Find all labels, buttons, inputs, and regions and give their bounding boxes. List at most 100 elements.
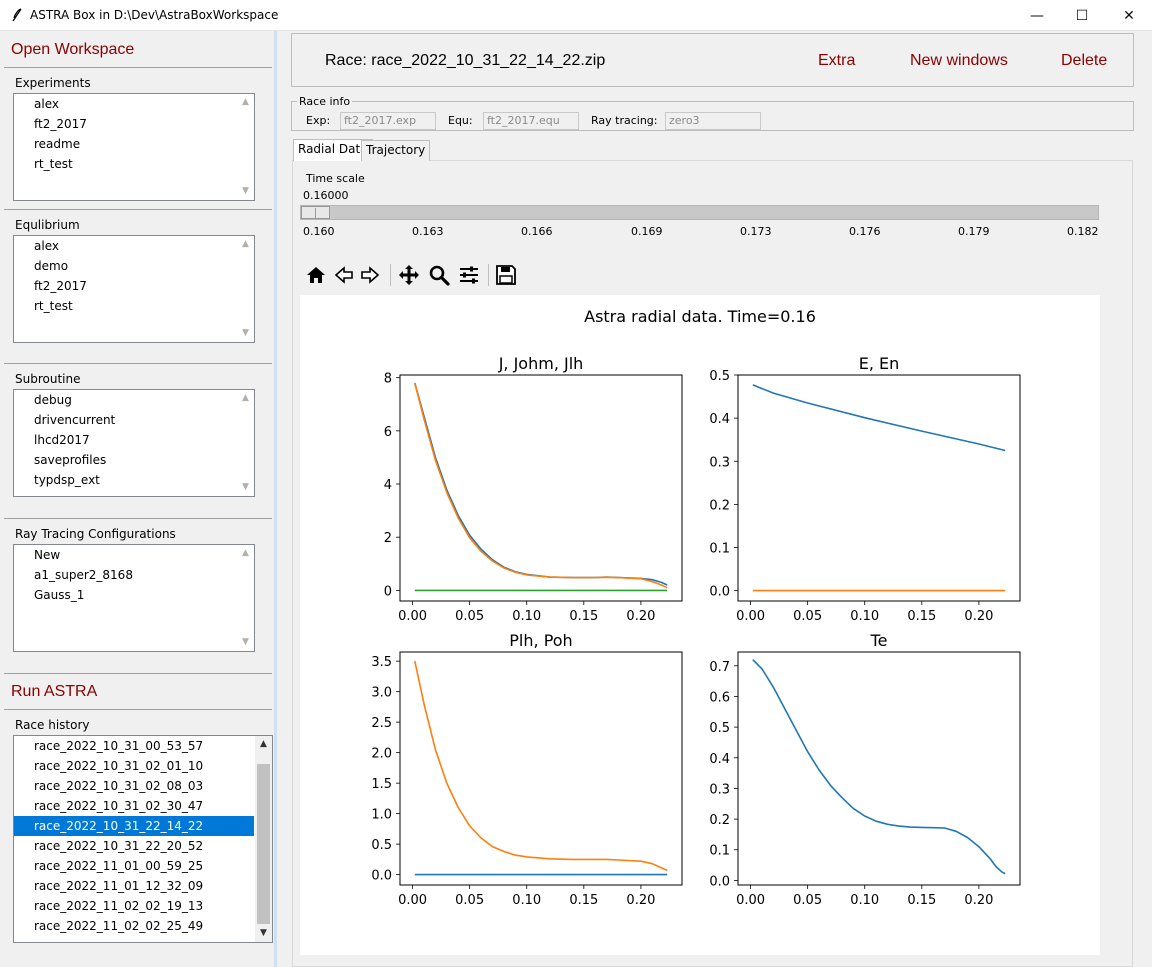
list-item[interactable]: readme: [14, 134, 254, 154]
list-item[interactable]: New: [14, 545, 254, 565]
toolbar-separator: [488, 264, 489, 286]
x-tick-label: 0.05: [455, 609, 484, 624]
slider-tick-label: 0.160: [303, 225, 335, 238]
exp-field[interactable]: ft2_2017.exp: [340, 112, 436, 130]
list-item[interactable]: a1_super2_8168: [14, 565, 254, 585]
list-item[interactable]: Gauss_1: [14, 585, 254, 605]
panel-title: J, Johm, Jlh: [498, 354, 584, 373]
scroll-up-icon[interactable]: ▲: [237, 94, 254, 111]
list-item[interactable]: race_2022_11_01_00_59_25: [14, 856, 272, 876]
equilibrium-list[interactable]: alex demo ft2_2017 rt_test ▲ ▼: [13, 235, 255, 343]
configure-subplots-icon[interactable]: [456, 262, 482, 288]
divider: [4, 67, 272, 68]
plot-figure[interactable]: Astra radial data. Time=0.16 J, Johm, Jl…: [300, 295, 1100, 955]
y-tick-label: 0.5: [371, 838, 392, 853]
y-tick-label: 0.6: [709, 690, 730, 705]
scrollbar[interactable]: ▲ ▼: [237, 390, 254, 496]
series-line: [752, 384, 1006, 452]
minimize-button[interactable]: —: [1014, 0, 1060, 31]
y-tick-label: 3.0: [371, 686, 392, 701]
list-item-selected[interactable]: race_2022_10_31_22_14_22: [14, 816, 254, 836]
axes-frame: [399, 374, 683, 602]
slider-tick-label: 0.169: [631, 225, 663, 238]
list-item[interactable]: race_2022_11_01_12_32_09: [14, 876, 272, 896]
list-item[interactable]: lhcd2017: [14, 430, 254, 450]
scrollbar[interactable]: ▲ ▼: [237, 94, 254, 200]
ray-tracing-field[interactable]: zero3: [665, 112, 761, 130]
list-item[interactable]: race_2022_10_31_02_08_03: [14, 776, 272, 796]
scroll-up-icon[interactable]: ▲: [255, 736, 272, 753]
scroll-down-icon[interactable]: ▼: [237, 183, 254, 200]
race-history-label: Race history: [15, 718, 90, 732]
list-item[interactable]: race_2022_11_02_02_19_13: [14, 896, 272, 916]
scrollbar[interactable]: ▲ ▼: [237, 236, 254, 342]
forward-arrow-icon[interactable]: [357, 262, 383, 288]
save-icon[interactable]: [493, 262, 519, 288]
scroll-down-icon[interactable]: ▼: [255, 925, 272, 942]
y-tick-label: 0.4: [709, 752, 730, 767]
list-item[interactable]: alex: [14, 236, 254, 256]
x-tick-label: 0.05: [455, 893, 484, 908]
list-item[interactable]: alex: [14, 94, 254, 114]
y-tick-label: 2: [384, 531, 392, 546]
list-item[interactable]: race_2022_11_02_02_25_49: [14, 916, 272, 936]
scrollbar-thumb[interactable]: [257, 764, 270, 924]
time-scale-slider-handle[interactable]: [301, 206, 330, 219]
list-item[interactable]: race_2022_10_31_22_20_52: [14, 836, 272, 856]
scroll-up-icon[interactable]: ▲: [237, 390, 254, 407]
time-scale-slider[interactable]: [300, 205, 1099, 220]
ray-tracing-list[interactable]: New a1_super2_8168 Gauss_1 ▲ ▼: [13, 544, 255, 652]
home-icon[interactable]: [303, 262, 329, 288]
equ-field[interactable]: ft2_2017.equ: [483, 112, 579, 130]
x-tick-label: 0.15: [569, 609, 598, 624]
delete-button[interactable]: Delete: [1061, 52, 1107, 70]
list-item[interactable]: demo: [14, 256, 254, 276]
slider-tick-label: 0.163: [412, 225, 444, 238]
list-item[interactable]: race_2022_10_31_00_53_57: [14, 736, 272, 756]
list-item[interactable]: ft2_2017: [14, 276, 254, 296]
axes-frame: [737, 651, 1021, 886]
scroll-up-icon[interactable]: ▲: [237, 545, 254, 562]
subroutine-list[interactable]: debug drivencurrent lhcd2017 saveprofile…: [13, 389, 255, 497]
scroll-down-icon[interactable]: ▼: [237, 634, 254, 651]
scroll-up-icon[interactable]: ▲: [237, 236, 254, 253]
zoom-icon[interactable]: [426, 262, 452, 288]
list-item[interactable]: ft2_2017: [14, 114, 254, 134]
y-tick-label: 2.5: [371, 716, 392, 731]
list-item[interactable]: race_2022_10_31_02_01_10: [14, 756, 272, 776]
divider: [4, 673, 272, 674]
experiments-list[interactable]: alex ft2_2017 readme rt_test ▲ ▼: [13, 93, 255, 201]
scroll-down-icon[interactable]: ▼: [237, 479, 254, 496]
list-item[interactable]: rt_test: [14, 154, 254, 174]
list-item[interactable]: debug: [14, 390, 254, 410]
scroll-down-icon[interactable]: ▼: [237, 325, 254, 342]
extra-button[interactable]: Extra: [818, 52, 855, 70]
x-tick-label: 0.20: [964, 609, 993, 624]
scrollbar[interactable]: ▲ ▼: [255, 736, 272, 942]
x-tick-label: 0.00: [398, 893, 427, 908]
y-tick-label: 0.5: [709, 369, 730, 384]
slider-tick-label: 0.182: [1067, 225, 1099, 238]
list-item[interactable]: rt_test: [14, 296, 254, 316]
x-tick-label: 0.20: [626, 609, 655, 624]
tab-trajectory[interactable]: Trajectory: [361, 140, 431, 161]
list-item[interactable]: race_2022_10_31_02_30_47: [14, 796, 272, 816]
panel-splitter[interactable]: [274, 31, 277, 967]
y-tick-label: 0: [384, 584, 392, 599]
equilibrium-label: Equlibrium: [15, 218, 80, 232]
y-tick-label: 0.3: [709, 782, 730, 797]
chart-canvas: Astra radial data. Time=0.16 J, Johm, Jl…: [371, 307, 1021, 908]
list-item[interactable]: drivencurrent: [14, 410, 254, 430]
close-button[interactable]: ✕: [1106, 0, 1152, 31]
race-history-list[interactable]: race_2022_10_31_00_53_57 race_2022_10_31…: [13, 735, 273, 943]
back-arrow-icon[interactable]: [331, 262, 357, 288]
pan-icon[interactable]: [396, 262, 422, 288]
scrollbar[interactable]: ▲ ▼: [237, 545, 254, 651]
maximize-button[interactable]: ☐: [1059, 0, 1105, 31]
list-item[interactable]: typdsp_ext: [14, 470, 254, 490]
y-tick-label: 4: [384, 478, 392, 493]
list-item[interactable]: saveprofiles: [14, 450, 254, 470]
time-scale-label: Time scale: [306, 172, 365, 185]
y-tick-label: 6: [384, 425, 392, 440]
new-windows-button[interactable]: New windows: [910, 52, 1008, 70]
